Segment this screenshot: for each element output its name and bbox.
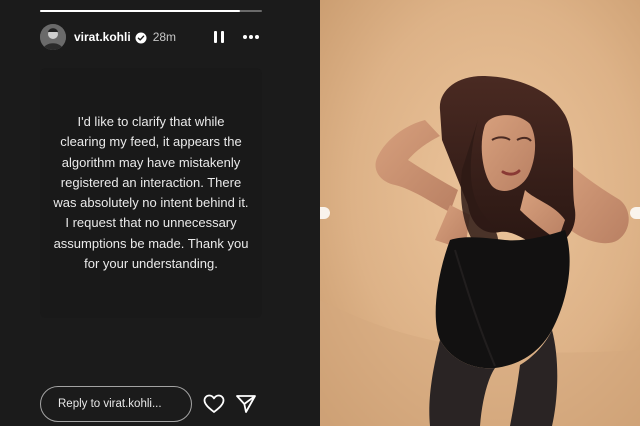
story-caption: I'd like to clarify that while clearing … (40, 112, 262, 274)
reply-input[interactable]: Reply to virat.kohli... (40, 386, 192, 422)
story-timestamp: 28m (152, 30, 177, 44)
story-text-line: clearing my feed, it appears the (60, 134, 242, 150)
send-button[interactable] (234, 392, 258, 416)
story-header: virat.kohli 28m (40, 24, 262, 50)
next-story-button[interactable] (630, 207, 640, 219)
pause-icon (214, 31, 224, 43)
story-text-line: registered an interaction. There (60, 174, 242, 190)
send-icon (236, 395, 256, 413)
photo-image (320, 0, 640, 426)
story-text-line: algorithm may have mistakenly (61, 154, 241, 170)
story-text-line: assumptions be made. Thank you (53, 235, 249, 251)
heart-icon (203, 394, 225, 413)
story-panel: virat.kohli 28m I'd like to clarify that… (0, 0, 320, 426)
story-text-card: I'd like to clarify that while clearing … (40, 68, 262, 318)
story-progress-bar (40, 10, 262, 12)
verified-badge-icon (135, 31, 147, 44)
avatar[interactable] (40, 24, 66, 50)
story-progress-fill (40, 10, 240, 12)
more-options-icon (243, 35, 259, 39)
story-text-line: I request that no unnecessary (65, 215, 237, 231)
pause-button[interactable] (208, 26, 230, 48)
like-button[interactable] (202, 392, 226, 416)
story-text-line: was absolutely no intent behind it. (53, 195, 249, 211)
story-text-line: I'd like to clarify that while (77, 114, 225, 129)
story-text-line: for your understanding. (84, 256, 218, 272)
reply-placeholder: Reply to virat.kohli... (58, 398, 162, 410)
story-username[interactable]: virat.kohli (74, 30, 131, 44)
more-options-button[interactable] (240, 26, 262, 48)
story-photo (320, 0, 640, 426)
